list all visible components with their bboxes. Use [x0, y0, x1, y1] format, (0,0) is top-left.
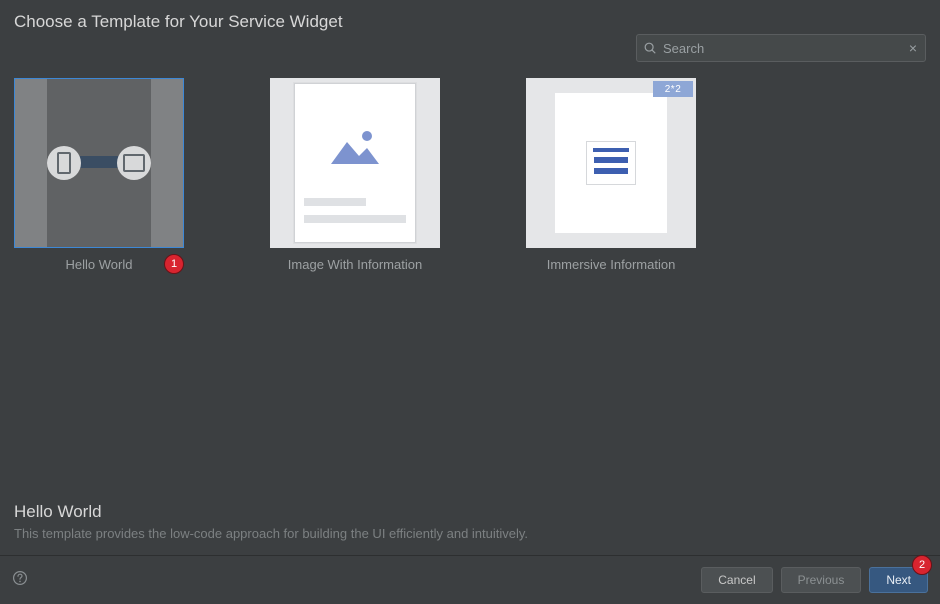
- template-card[interactable]: [14, 78, 184, 248]
- search-box[interactable]: ×: [636, 34, 926, 62]
- template-thumbnail: [294, 83, 416, 243]
- template-thumbnail: [555, 93, 667, 233]
- image-icon: [305, 102, 405, 194]
- page-title: Choose a Template for Your Service Widge…: [14, 12, 926, 32]
- annotation-step-1: 1: [164, 254, 184, 274]
- selected-template-title: Hello World: [14, 502, 926, 522]
- clear-icon[interactable]: ×: [901, 40, 925, 56]
- document-icon: [586, 141, 636, 185]
- template-thumbnail: [47, 79, 151, 247]
- size-badge: 2*2: [653, 81, 693, 97]
- template-label: Immersive Information: [547, 257, 676, 272]
- previous-button[interactable]: Previous: [781, 567, 862, 593]
- template-label: Image With Information: [288, 257, 422, 272]
- template-label: Hello World: [66, 257, 133, 272]
- search-input[interactable]: [657, 40, 901, 57]
- cancel-button[interactable]: Cancel: [701, 567, 772, 593]
- selected-template-description: This template provides the low-code appr…: [14, 526, 926, 541]
- help-icon[interactable]: [12, 570, 28, 591]
- template-image-with-information[interactable]: Image With Information: [270, 78, 440, 494]
- template-hello-world[interactable]: Hello World 1: [14, 78, 184, 494]
- tablet-icon: [117, 146, 151, 180]
- search-icon: [637, 41, 657, 55]
- template-immersive-information[interactable]: 2*2 Immersive Information: [526, 78, 696, 494]
- phone-icon: [47, 146, 81, 180]
- annotation-step-2: 2: [912, 555, 932, 575]
- template-card[interactable]: 2*2: [526, 78, 696, 248]
- template-card[interactable]: [270, 78, 440, 248]
